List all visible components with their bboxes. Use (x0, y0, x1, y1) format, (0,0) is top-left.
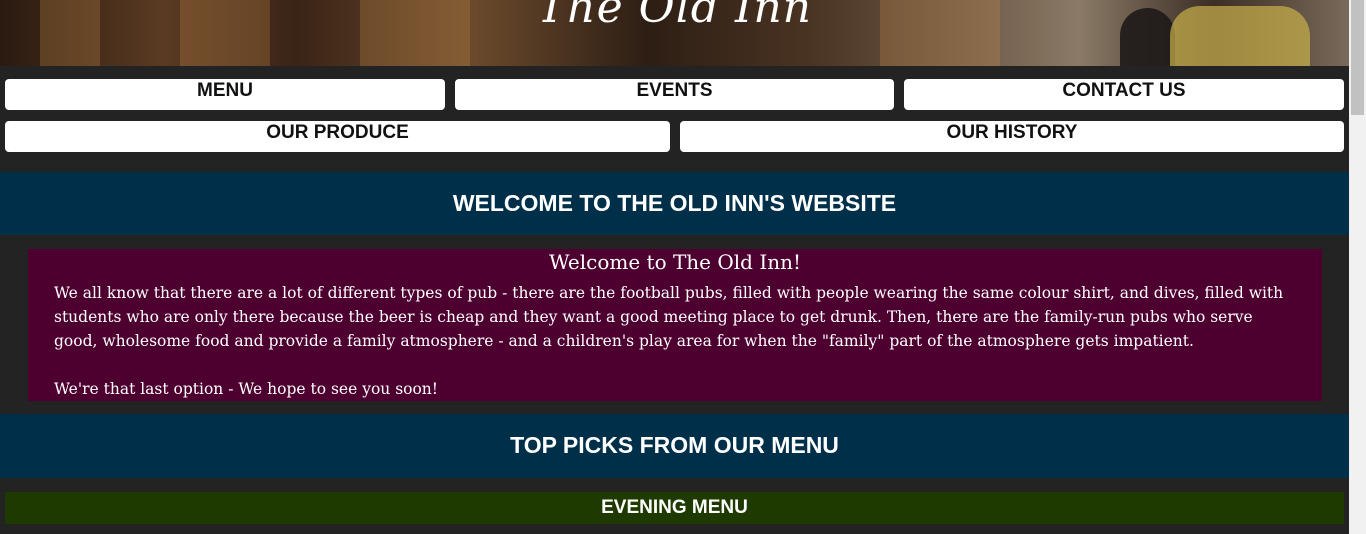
nav-our-history-button[interactable]: OUR HISTORY (680, 121, 1344, 152)
nav-contact-us-button[interactable]: CONTACT US (904, 79, 1344, 110)
site-title: The Old Inn (536, 0, 813, 33)
welcome-section-heading: WELCOME TO THE OLD INN'S WEBSITE (0, 172, 1349, 235)
nav-our-produce-button[interactable]: OUR PRODUCE (5, 121, 670, 152)
nav-menu-button[interactable]: MENU (5, 79, 445, 110)
welcome-box: Welcome to The Old Inn! We all know that… (28, 249, 1322, 401)
welcome-paragraph: We all know that there are a lot of diff… (54, 284, 1284, 350)
header-banner: The Old Inn (0, 0, 1349, 66)
nav-events-button[interactable]: EVENTS (455, 79, 894, 110)
welcome-closing-paragraph: We're that last option - We hope to see … (54, 380, 439, 398)
welcome-box-title: Welcome to The Old Inn! (548, 250, 802, 274)
top-picks-heading: TOP PICKS FROM OUR MENU (0, 414, 1349, 478)
vertical-scrollbar[interactable] (1349, 0, 1366, 534)
page: The Old Inn MENU EVENTS CONTACT US OUR P… (0, 0, 1349, 534)
evening-menu-heading[interactable]: EVENING MENU (5, 492, 1344, 524)
scrollbar-thumb[interactable] (1351, 0, 1364, 115)
